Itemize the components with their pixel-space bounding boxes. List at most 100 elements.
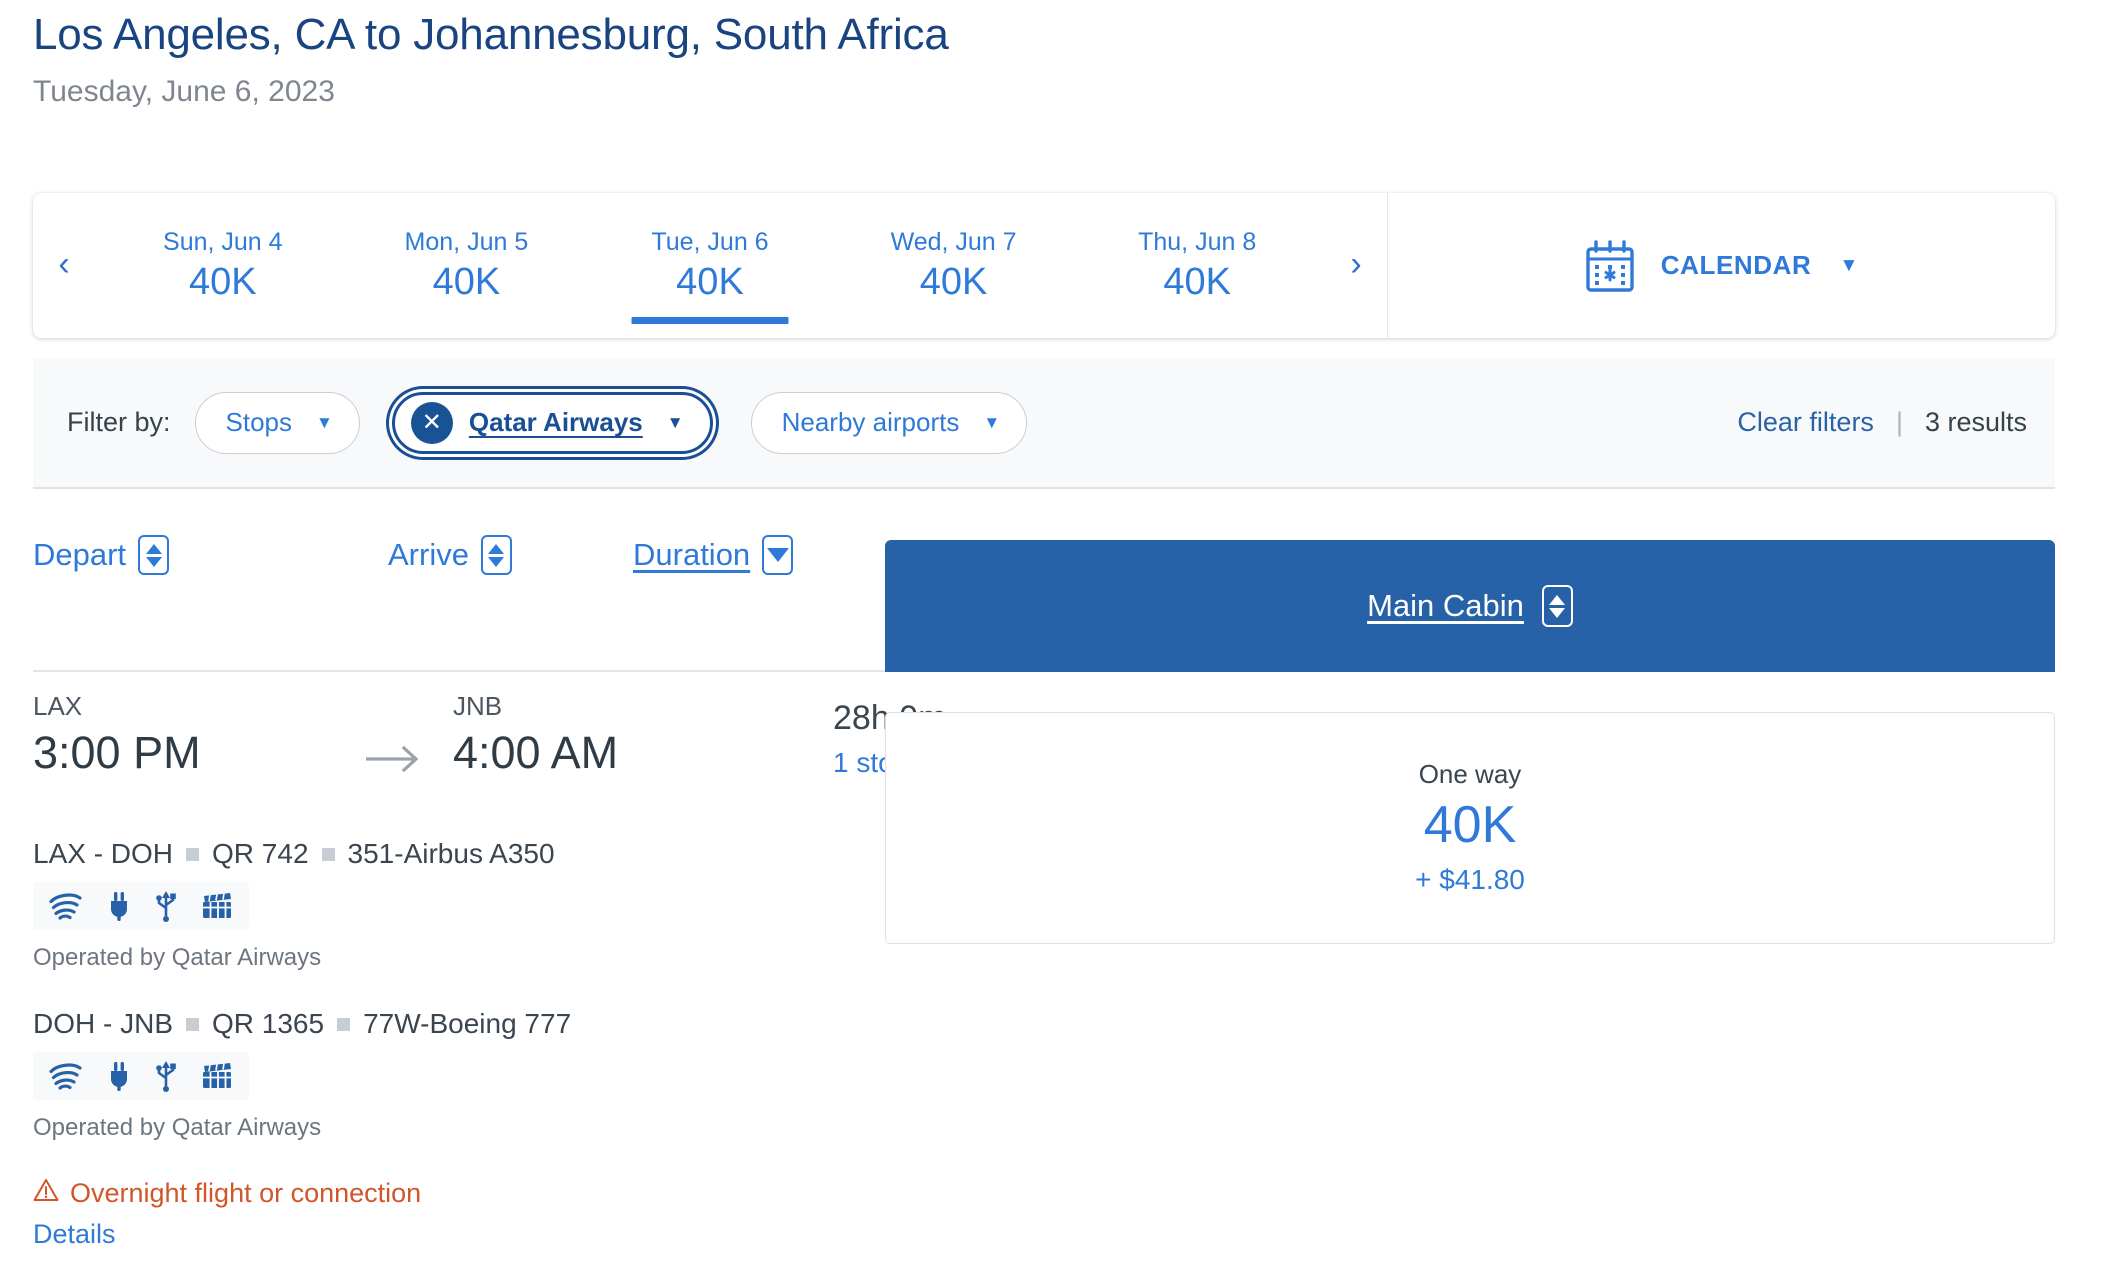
warning-triangle-icon — [33, 1178, 59, 1209]
date-tab-mon-jun-5[interactable]: Mon, Jun 5 40K — [345, 193, 589, 338]
triangle-down-icon — [766, 548, 789, 562]
date-strip: ‹ Sun, Jun 4 40K Mon, Jun 5 40K Tue, Jun… — [33, 193, 1388, 338]
sort-updown-icon — [480, 535, 512, 575]
triangle-up-icon — [1549, 594, 1566, 605]
date-tab-thu-jun-8[interactable]: Thu, Jun 8 40K — [1075, 193, 1319, 338]
filter-chip-qatar-airways[interactable]: ✕ Qatar Airways ▼ — [391, 391, 713, 454]
fare-price-card-main-cabin[interactable]: One way 40K + $41.80 — [885, 712, 2055, 944]
filter-chip-nearby-airports[interactable]: Nearby airports ▼ — [750, 391, 1028, 454]
separator: | — [1895, 407, 1903, 437]
triangle-down-icon — [1549, 607, 1566, 618]
date-tab-label: Thu, Jun 8 — [1138, 227, 1257, 256]
chevron-down-icon: ▼ — [666, 413, 684, 432]
wifi-icon — [49, 892, 83, 920]
date-tab-label: Sun, Jun 4 — [163, 227, 283, 256]
segment-amenities — [33, 1052, 249, 1100]
sort-updown-icon — [138, 535, 170, 575]
triangle-up-icon — [145, 543, 162, 554]
triangle-down-icon — [145, 556, 162, 567]
power-outlet-icon — [107, 891, 131, 921]
triangle-up-icon — [488, 543, 505, 554]
calendar-icon — [1585, 239, 1635, 293]
clear-filters-link[interactable]: Clear filters — [1737, 407, 1874, 438]
arrow-right-icon — [333, 690, 453, 772]
prev-dates-button[interactable]: ‹ — [33, 247, 95, 285]
page-header: Los Angeles, CA to Johannesburg, South A… — [0, 0, 2122, 114]
fare-type-label: One way — [1418, 759, 1522, 789]
flight-results-page: Los Angeles, CA to Johannesburg, South A… — [0, 0, 2122, 1282]
date-tab-label: Wed, Jun 7 — [890, 227, 1017, 256]
page-title: Los Angeles, CA to Johannesburg, South A… — [33, 10, 949, 59]
departure-time: 3:00 PM — [33, 727, 201, 778]
segment-aircraft: 77W-Boeing 777 — [363, 1008, 572, 1039]
separator-square — [337, 1017, 351, 1031]
usb-port-icon — [155, 1060, 177, 1092]
calendar-button[interactable]: CALENDAR ▼ — [1388, 193, 2055, 338]
segment-summary: DOH - JNB QR 1365 77W-Boeing 777 — [33, 1008, 2055, 1040]
arrival-endpoint: JNB 4:00 AM — [453, 690, 753, 782]
sort-down-icon — [762, 535, 794, 575]
results-count: 3 results — [1924, 407, 2027, 437]
cabin-label: Main Cabin — [1367, 588, 1524, 623]
filter-by-label: Filter by: — [67, 407, 171, 437]
cabin-column-header-main-cabin[interactable]: Main Cabin — [885, 540, 2055, 672]
close-icon[interactable]: ✕ — [410, 401, 453, 444]
filter-bar: Filter by: Stops ▼ ✕ Qatar Airways ▼ Nea… — [33, 358, 2055, 489]
sort-label-arrive: Arrive — [388, 537, 469, 572]
date-tab-price: 40K — [676, 260, 744, 303]
date-tab-price: 40K — [919, 260, 988, 303]
segment-route: LAX - DOH — [33, 838, 174, 869]
fare-miles-amount: 40K — [1423, 796, 1517, 854]
filter-chips-group: Filter by: Stops ▼ ✕ Qatar Airways ▼ Nea… — [67, 391, 1051, 454]
chevron-down-icon: ▼ — [316, 413, 333, 432]
filter-chip-label: Stops — [225, 407, 293, 437]
separator-square — [186, 1017, 199, 1031]
arrival-time: 4:00 AM — [453, 727, 619, 778]
segment-operated-by: Operated by Qatar Airways — [33, 1114, 322, 1141]
filter-chip-label: Qatar Airways — [468, 407, 643, 437]
sort-by-duration[interactable]: Duration — [633, 535, 794, 575]
date-tab-label: Mon, Jun 5 — [404, 227, 529, 256]
power-outlet-icon — [107, 1061, 131, 1091]
chevron-down-icon: ▼ — [1839, 255, 1859, 276]
date-tab-tue-jun-6[interactable]: Tue, Jun 6 40K — [588, 193, 832, 338]
date-tab-sun-jun-4[interactable]: Sun, Jun 4 40K — [101, 193, 345, 338]
page-subtitle-date: Tuesday, June 6, 2023 — [33, 75, 335, 108]
entertainment-icon — [201, 892, 233, 920]
destination-airport-code: JNB — [453, 691, 503, 721]
wifi-icon — [49, 1062, 83, 1090]
details-link[interactable]: Details — [33, 1219, 116, 1250]
filter-bar-status: Clear filters | 3 results — [1737, 407, 2027, 438]
date-tab-price: 40K — [188, 260, 257, 303]
segment-flight-number: QR 1365 — [212, 1008, 325, 1039]
origin-airport-code: LAX — [33, 691, 83, 721]
segment-aircraft: 351-Airbus A350 — [347, 838, 555, 869]
sort-by-depart[interactable]: Depart — [33, 535, 170, 575]
chevron-down-icon: ▼ — [983, 413, 1001, 432]
overnight-warning: Overnight flight or connection — [33, 1178, 2055, 1209]
segment-route: DOH - JNB — [33, 1008, 173, 1039]
separator-square — [321, 847, 335, 861]
date-tab-wed-jun-7[interactable]: Wed, Jun 7 40K — [832, 193, 1076, 338]
date-tab-price: 40K — [432, 260, 501, 303]
flight-segment: DOH - JNB QR 1365 77W-Boeing 777 Operate… — [33, 1008, 2055, 1142]
segment-flight-number: QR 742 — [212, 838, 309, 869]
fare-taxes-amount: + $41.80 — [1415, 864, 1525, 895]
entertainment-icon — [201, 1062, 233, 1090]
next-dates-button[interactable]: › — [1325, 247, 1387, 285]
sort-label-depart: Depart — [33, 537, 127, 572]
sort-label-duration: Duration — [633, 537, 751, 572]
filter-chip-label: Nearby airports — [781, 407, 960, 437]
segment-operated-by: Operated by Qatar Airways — [33, 944, 322, 971]
filter-chip-stops[interactable]: Stops ▼ — [194, 391, 360, 454]
sort-updown-icon — [1541, 585, 1573, 627]
overnight-warning-text: Overnight flight or connection — [70, 1178, 422, 1208]
sort-by-arrive[interactable]: Arrive — [388, 535, 512, 575]
date-tab-label: Tue, Jun 6 — [651, 227, 769, 256]
date-tabs: Sun, Jun 4 40K Mon, Jun 5 40K Tue, Jun 6… — [95, 193, 1325, 338]
calendar-label: CALENDAR — [1660, 250, 1812, 280]
segment-amenities — [33, 882, 249, 930]
usb-port-icon — [155, 890, 177, 922]
departure-endpoint: LAX 3:00 PM — [33, 690, 333, 782]
separator-square — [186, 847, 200, 861]
